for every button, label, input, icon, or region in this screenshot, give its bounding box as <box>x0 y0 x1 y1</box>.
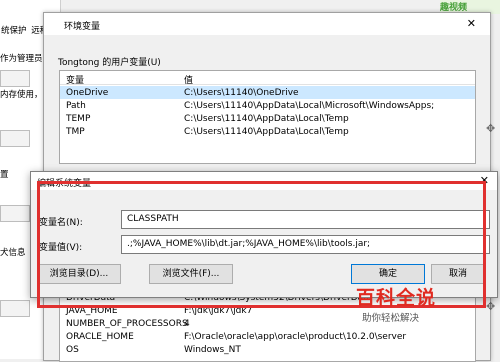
window-titlebar: 环境变量 ✕ <box>44 13 490 35</box>
variable-name: TMP <box>66 127 85 137</box>
move-icon: ✥ <box>486 300 496 313</box>
variable-value: F:\Oracle\oracle\app\oracle\product\10.2… <box>184 332 407 342</box>
variable-value: 4 <box>184 319 190 329</box>
column-header-value[interactable]: 值 <box>184 73 193 86</box>
close-icon[interactable]: ✕ <box>467 17 476 30</box>
variable-name: Path <box>66 101 86 111</box>
variable-value: Windows_NT <box>184 345 241 355</box>
table-row[interactable]: TMP C:\Users\11140\AppData\Local\Temp <box>60 125 475 138</box>
watermark-subtitle: 助你轻松解决 <box>362 313 420 324</box>
window-title: 环境变量 <box>64 22 101 32</box>
watermark: 百科全说 助你轻松解决 <box>356 283 456 327</box>
background-button[interactable] <box>0 70 30 87</box>
variable-name: OS <box>66 345 79 355</box>
table-row[interactable]: OneDrive C:\Users\11140\OneDrive <box>60 86 475 99</box>
table-row[interactable]: Path C:\Users\11140\AppData\Local\Micros… <box>60 99 475 112</box>
user-variables-label: Tongtong 的用户变量(U) <box>58 58 161 68</box>
table-row[interactable]: OS Windows_NT <box>60 343 475 356</box>
user-variables-list[interactable]: 变量 值 OneDrive C:\Users\11140\OneDrive Pa… <box>59 70 476 164</box>
variable-name: ORACLE_HOME <box>66 332 134 342</box>
variable-value: C:\Users\11140\OneDrive <box>184 88 299 98</box>
background-text: 犬信息 <box>0 248 26 258</box>
column-header-variable[interactable]: 变量 <box>66 73 84 86</box>
background-tab[interactable]: 统保护 <box>0 24 28 36</box>
background-button[interactable] <box>0 205 30 222</box>
background-button[interactable] <box>0 300 30 317</box>
watermark-title: 百科全说 <box>356 287 437 309</box>
variable-name: TEMP <box>66 114 91 124</box>
move-icon: ✥ <box>486 122 496 135</box>
table-row[interactable]: ORACLE_HOME F:\Oracle\oracle\app\oracle\… <box>60 330 475 343</box>
background-text: 置 <box>0 170 9 180</box>
background-button[interactable] <box>0 130 30 147</box>
list-header: 变量 值 <box>60 71 475 86</box>
variable-name: NUMBER_OF_PROCESSORS <box>66 319 188 329</box>
variable-value: C:\Users\11140\AppData\Local\Temp <box>184 127 349 137</box>
table-row[interactable]: TEMP C:\Users\11140\AppData\Local\Temp <box>60 112 475 125</box>
background-text: 作为管理员 <box>0 54 43 64</box>
variable-value: C:\Users\11140\AppData\Local\Microsoft\W… <box>184 101 435 111</box>
variable-name: OneDrive <box>66 88 109 98</box>
variable-value: C:\Users\11140\AppData\Local\Temp <box>184 114 349 124</box>
